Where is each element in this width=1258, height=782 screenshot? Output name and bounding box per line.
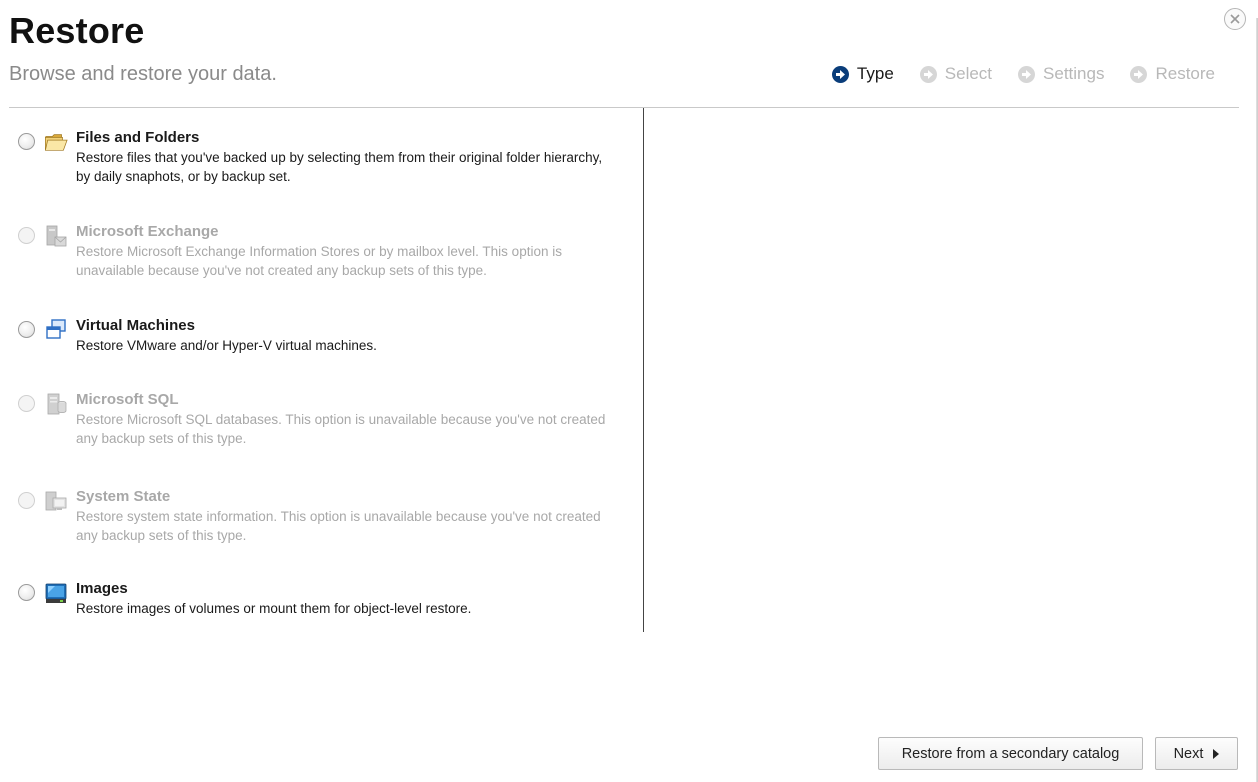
chevron-right-icon — [1213, 748, 1220, 759]
option-microsoft-exchange: Microsoft Exchange Restore Microsoft Exc… — [18, 222, 628, 316]
option-system-state: System State Restore system state inform… — [18, 487, 628, 579]
wizard-step-label: Restore — [1155, 64, 1215, 83]
option-images[interactable]: Images Restore images of volumes or moun… — [18, 579, 628, 639]
wizard-step-label: Settings — [1043, 64, 1105, 83]
next-button-label: Next — [1173, 745, 1204, 762]
option-description: Restore images of volumes or mount them … — [76, 601, 472, 616]
wizard-step-settings: Settings — [1018, 64, 1104, 84]
option-description: Restore system state information. This o… — [76, 509, 601, 543]
option-title: Microsoft SQL — [76, 391, 179, 408]
restore-from-secondary-catalog-button[interactable]: Restore from a secondary catalog — [878, 737, 1143, 770]
step-arrow-icon — [919, 65, 937, 83]
option-title: Files and Folders — [76, 129, 200, 146]
option-description: Restore files that you've backed up by s… — [76, 150, 603, 184]
restore-type-list: Files and Folders Restore files that you… — [18, 128, 628, 639]
option-title: Microsoft Exchange — [76, 223, 219, 240]
radio-button[interactable] — [18, 321, 35, 338]
option-microsoft-sql: Microsoft SQL Restore Microsoft SQL data… — [18, 390, 628, 487]
close-button[interactable] — [1224, 8, 1246, 30]
wizard-steps: Type Select Settings Restore — [831, 64, 1215, 84]
radio-button — [18, 227, 35, 244]
page-subtitle: Browse and restore your data. — [9, 63, 277, 85]
option-description: Restore Microsoft SQL databases. This op… — [76, 412, 606, 446]
close-icon — [1230, 14, 1240, 24]
wizard-step-label: Select — [944, 64, 993, 83]
option-description: Restore VMware and/or Hyper-V virtual ma… — [76, 338, 377, 353]
folder-icon — [44, 130, 68, 154]
virtual-machines-icon — [44, 318, 68, 342]
radio-button[interactable] — [18, 584, 35, 601]
option-title: System State — [76, 488, 171, 505]
option-virtual-machines[interactable]: Virtual Machines Restore VMware and/or H… — [18, 316, 628, 390]
page-title: Restore — [9, 10, 145, 51]
option-description: Restore Microsoft Exchange Information S… — [76, 244, 562, 278]
radio-button — [18, 395, 35, 412]
option-title: Virtual Machines — [76, 317, 195, 334]
option-files-and-folders[interactable]: Files and Folders Restore files that you… — [18, 128, 628, 222]
wizard-step-type: Type — [831, 64, 894, 84]
radio-button[interactable] — [18, 133, 35, 150]
step-arrow-icon — [1018, 65, 1036, 83]
wizard-step-select: Select — [919, 64, 993, 84]
wizard-step-label: Type — [856, 64, 894, 83]
header-divider — [9, 107, 1239, 108]
restore-dialog: Restore Browse and restore your data. Ty… — [0, 0, 1258, 782]
next-button[interactable]: Next — [1155, 737, 1238, 770]
disk-image-icon — [44, 581, 68, 605]
wizard-step-restore: Restore — [1130, 64, 1215, 84]
sql-server-icon — [44, 392, 68, 416]
step-arrow-icon — [831, 65, 849, 83]
panel-divider — [643, 108, 644, 632]
radio-button — [18, 492, 35, 509]
option-title: Images — [76, 580, 128, 597]
step-arrow-icon — [1130, 65, 1148, 83]
exchange-server-icon — [44, 224, 68, 248]
system-state-icon — [44, 489, 68, 513]
